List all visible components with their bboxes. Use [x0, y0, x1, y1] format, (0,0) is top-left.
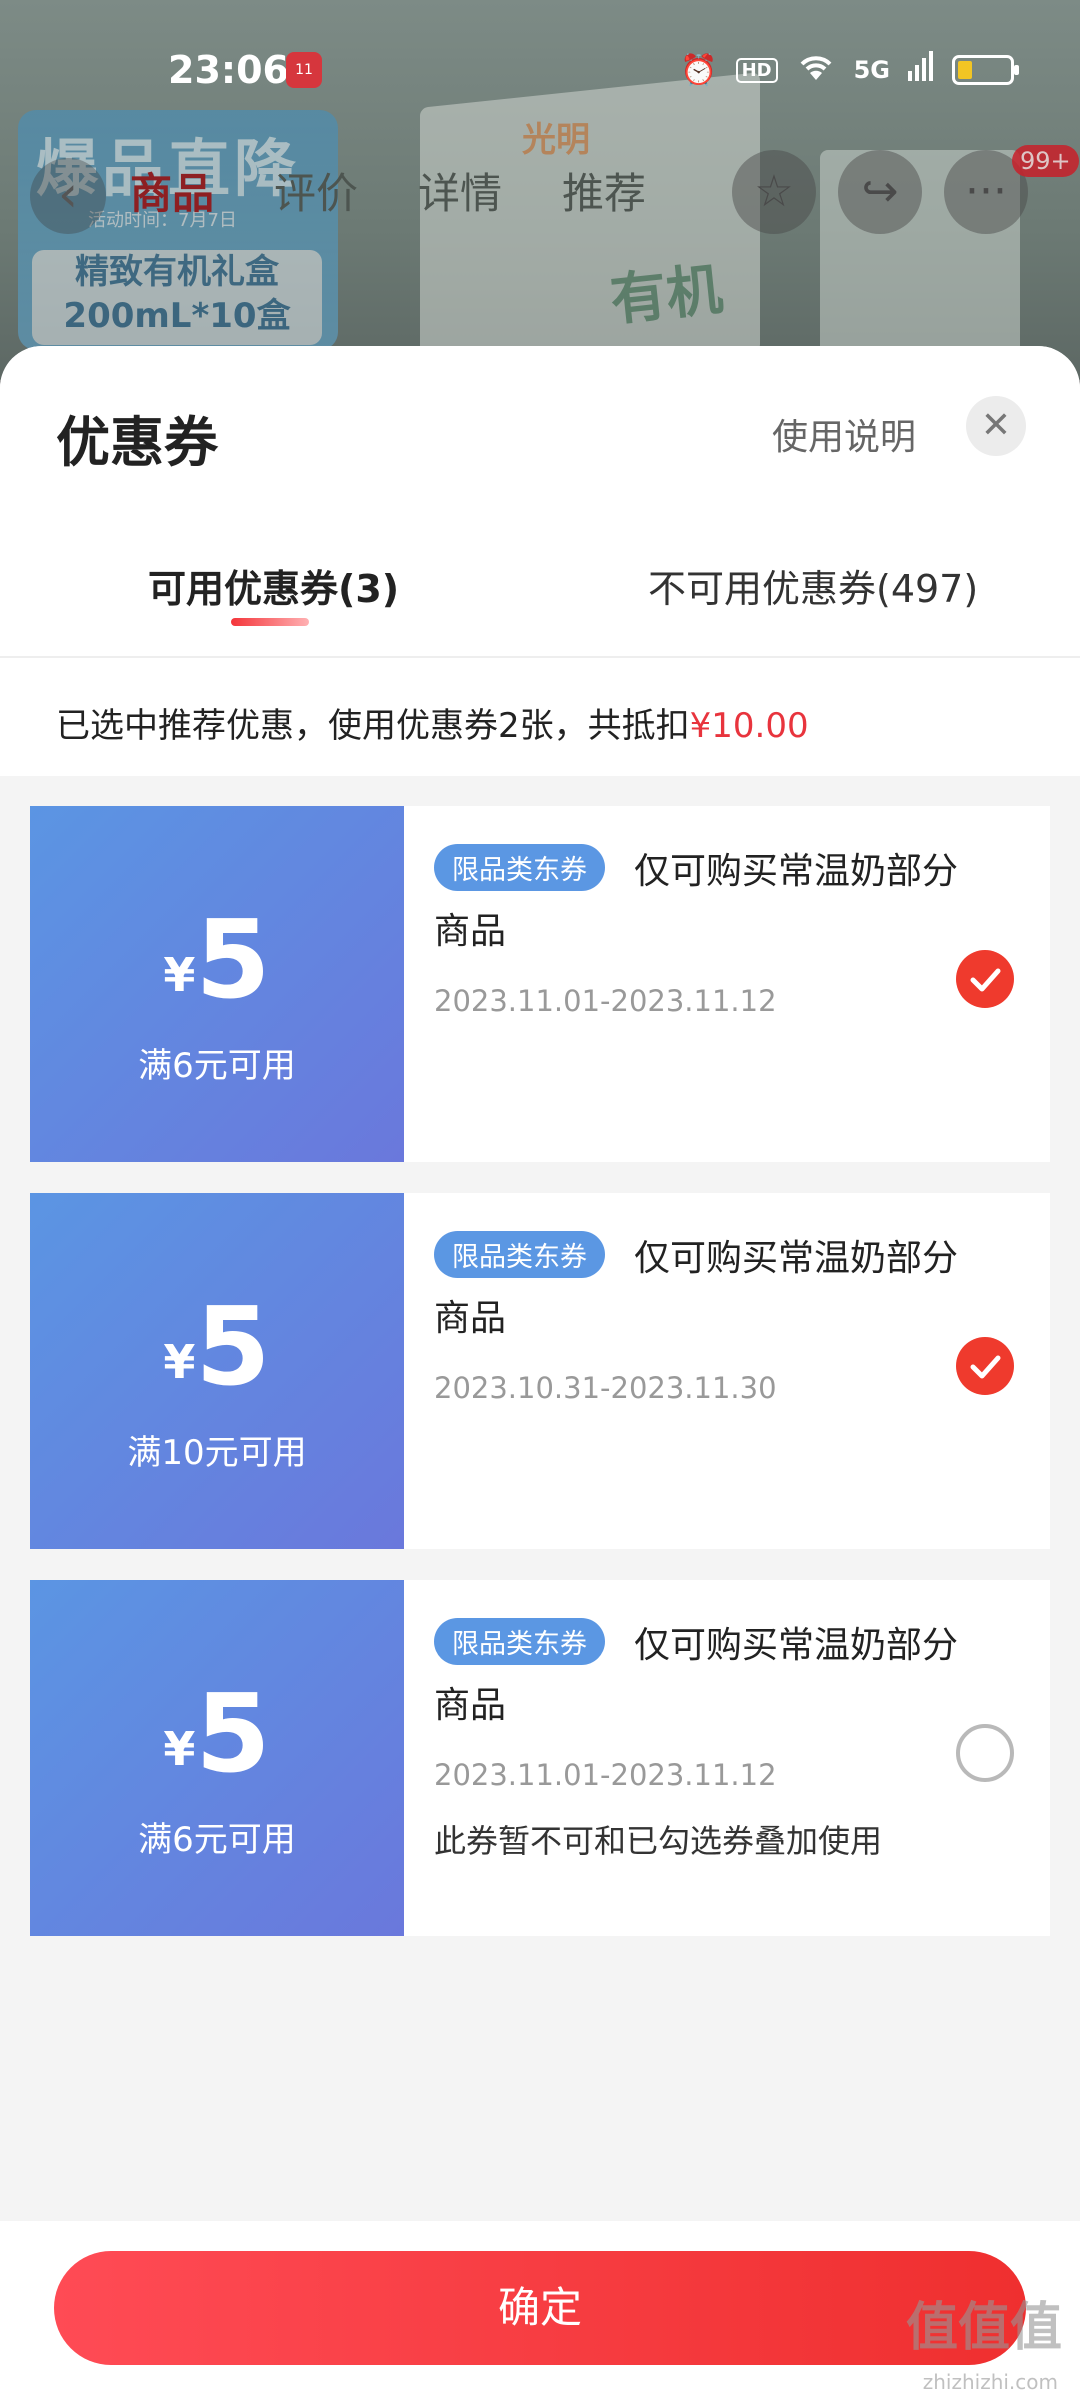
- app-notification-icon: 11: [286, 52, 322, 88]
- coupon-validity-date: 2023.11.01-2023.11.12: [434, 1758, 777, 1792]
- hd-icon: HD: [735, 57, 778, 83]
- status-icons: ⏰ HD 5G: [680, 50, 1019, 90]
- checkmark-icon: [970, 968, 1001, 992]
- promo-banner-product: 精致有机礼盒 200mL*10盒: [32, 250, 322, 345]
- nav-tab-goods[interactable]: 商品: [130, 160, 214, 221]
- nav-tab-details[interactable]: 详情: [418, 160, 502, 221]
- alarm-icon: ⏰: [680, 52, 718, 88]
- coupon-description: 仅可购买常温奶部分: [634, 851, 959, 892]
- coupon-price: ¥5: [30, 898, 404, 1023]
- share-button[interactable]: ↪: [838, 150, 922, 234]
- coupon-condition: 满6元可用: [138, 1046, 296, 1086]
- product-nav-tabs: 商品 评价 详情 推荐: [130, 160, 646, 221]
- star-icon: ☆: [754, 166, 794, 217]
- coupon-validity-date: 2023.11.01-2023.11.12: [434, 984, 777, 1018]
- coupon-checkbox-checked[interactable]: [956, 950, 1014, 1008]
- back-button[interactable]: ‹: [30, 158, 106, 234]
- coupon-condition: 满6元可用: [138, 1820, 296, 1860]
- coupon-value-panel: ¥5 满10元可用: [24, 1193, 404, 1549]
- battery-icon: [952, 55, 1019, 85]
- nav-tab-reviews[interactable]: 评价: [274, 160, 358, 221]
- nav-tab-recommend[interactable]: 推荐: [562, 160, 646, 221]
- coupon-description-cont: 商品: [434, 911, 507, 952]
- summary-text: 已选中推荐优惠，使用优惠券2张，共抵扣: [56, 706, 690, 746]
- coupon-description-cont: 商品: [434, 1298, 507, 1339]
- currency-symbol: ¥: [163, 1335, 196, 1389]
- tab-available-coupons[interactable]: 可用优惠券(3): [148, 558, 399, 613]
- coupon-checkbox-checked[interactable]: [956, 1337, 1014, 1395]
- active-tab-indicator: [231, 618, 309, 626]
- watermark-logo: 值值值: [905, 2298, 1062, 2358]
- coupon-card[interactable]: ¥5 满6元可用 限品类东券 仅可购买常温奶部分 商品 2023.11.01-2…: [24, 806, 1050, 1162]
- coupon-validity-date: 2023.10.31-2023.11.30: [434, 1371, 777, 1405]
- currency-symbol: ¥: [163, 1722, 196, 1776]
- promo-banner-product-line1: 精致有机礼盒: [75, 252, 279, 292]
- coupon-sheet-header: 优惠券 使用说明 ✕ 可用优惠券(3) 不可用优惠券(497) 已选中推荐优惠，…: [0, 346, 1080, 776]
- coupon-list: ¥5 满6元可用 限品类东券 仅可购买常温奶部分 商品 2023.11.01-2…: [24, 806, 1050, 1967]
- message-badge: 99+: [1012, 145, 1079, 177]
- promo-banner-product-line2: 200mL*10盒: [63, 296, 291, 336]
- watermark-url: zhizhizhi.com: [922, 2370, 1058, 2394]
- currency-symbol: ¥: [163, 948, 196, 1002]
- coupon-sheet: 优惠券 使用说明 ✕ 可用优惠券(3) 不可用优惠券(497) 已选中推荐优惠，…: [0, 346, 1080, 2400]
- coupon-type-tag: 限品类东券: [434, 1231, 605, 1278]
- confirm-button[interactable]: 确定: [54, 2251, 1026, 2365]
- favorite-button[interactable]: ☆: [732, 150, 816, 234]
- checkmark-icon: [970, 1355, 1001, 1379]
- coupon-stacking-note: 此券暂不可和已勾选券叠加使用: [434, 1822, 883, 1860]
- signal-5g-icon: 5G: [853, 56, 890, 84]
- sheet-title: 优惠券: [56, 411, 218, 474]
- close-button[interactable]: ✕: [966, 396, 1026, 456]
- coupon-card[interactable]: ¥5 满6元可用 限品类东券 仅可购买常温奶部分 商品 2023.11.01-2…: [24, 1580, 1050, 1936]
- coupon-price: ¥5: [30, 1285, 404, 1410]
- tab-unavailable-coupons[interactable]: 不可用优惠券(497): [648, 558, 978, 613]
- status-time: 23:06: [168, 48, 289, 92]
- header-divider: [0, 656, 1080, 658]
- coupon-type-tag: 限品类东券: [434, 1618, 605, 1665]
- product-word: 有机: [607, 257, 726, 334]
- chevron-left-icon: ‹: [58, 165, 78, 223]
- wifi-icon: [796, 50, 836, 90]
- coupon-value-panel: ¥5 满6元可用: [24, 806, 404, 1162]
- status-bar: 23:06 11 ⏰ HD 5G: [0, 0, 1080, 140]
- share-icon: ↪: [861, 166, 899, 217]
- coupon-description: 仅可购买常温奶部分: [634, 1625, 959, 1666]
- coupon-card[interactable]: ¥5 满10元可用 限品类东券 仅可购买常温奶部分 商品 2023.10.31-…: [24, 1193, 1050, 1549]
- summary-amount: ¥10.00: [689, 706, 809, 746]
- more-dots-icon: ···: [965, 166, 1007, 217]
- coupon-checkbox-unchecked[interactable]: [956, 1724, 1014, 1782]
- coupon-description-cont: 商品: [434, 1685, 507, 1726]
- coupon-type-tag: 限品类东券: [434, 844, 605, 891]
- usage-help-link[interactable]: 使用说明: [772, 408, 916, 460]
- close-icon: ✕: [980, 405, 1012, 446]
- coupon-value: 5: [195, 1672, 271, 1797]
- coupon-value: 5: [195, 1285, 271, 1410]
- sheet-footer: 确定 值值值 zhizhizhi.com: [0, 2221, 1080, 2400]
- coupon-price: ¥5: [30, 1672, 404, 1797]
- coupon-value: 5: [195, 898, 271, 1023]
- selection-summary: 已选中推荐优惠，使用优惠券2张，共抵扣¥10.00: [56, 698, 809, 747]
- signal-bars-icon: [908, 51, 934, 89]
- coupon-description: 仅可购买常温奶部分: [634, 1238, 959, 1279]
- coupon-value-panel: ¥5 满6元可用: [24, 1580, 404, 1936]
- coupon-condition: 满10元可用: [127, 1433, 307, 1473]
